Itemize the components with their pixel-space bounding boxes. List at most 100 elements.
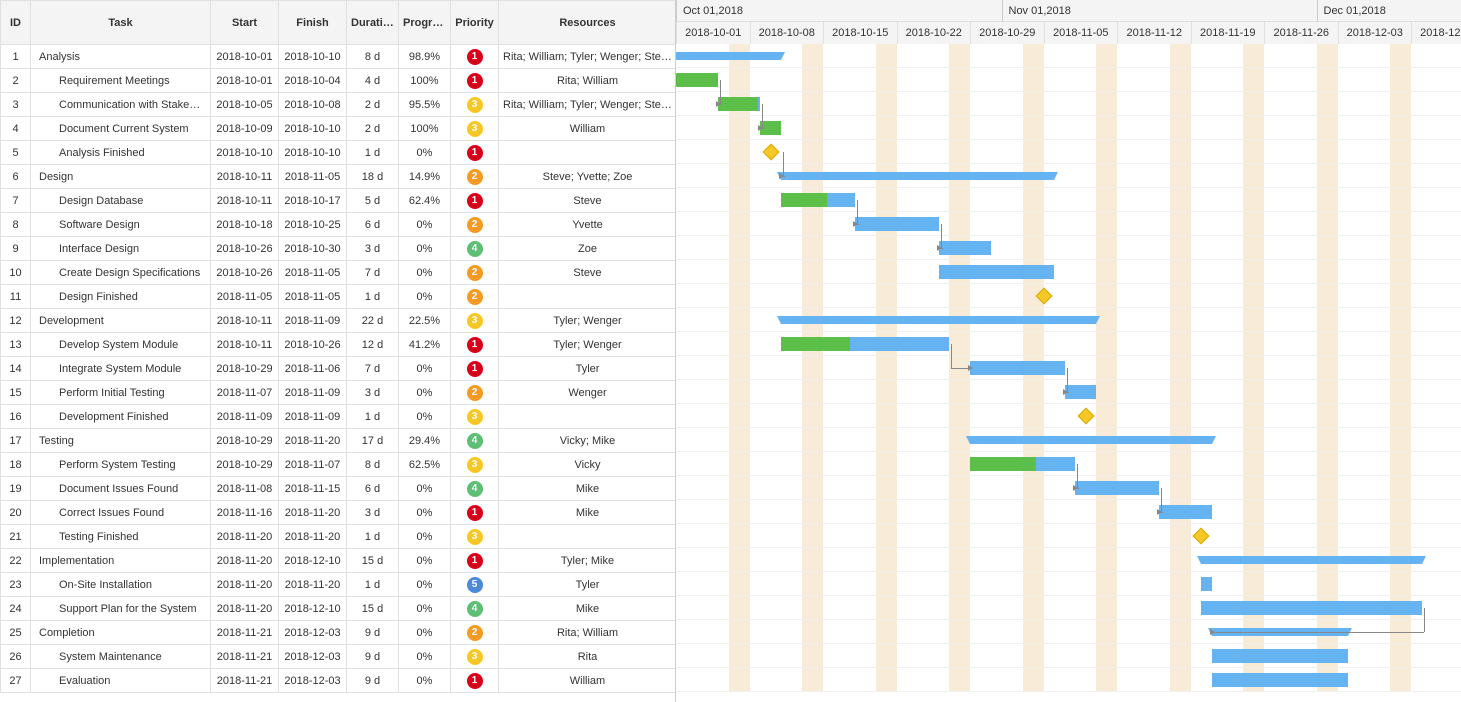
cell-progress[interactable]: 0% [399,285,451,309]
col-header-resources[interactable]: Resources [499,1,677,45]
summary-bar[interactable] [781,316,1096,324]
task-bar[interactable] [1212,649,1349,663]
cell-start[interactable]: 2018-10-18 [211,213,279,237]
cell-task[interactable]: Communication with Stakeholders [31,93,211,117]
cell-finish[interactable]: 2018-11-20 [279,573,347,597]
cell-finish[interactable]: 2018-10-10 [279,117,347,141]
cell-start[interactable]: 2018-10-29 [211,357,279,381]
gantt-row[interactable] [676,548,1461,572]
table-row[interactable]: 23On-Site Installation2018-11-202018-11-… [1,573,677,597]
task-bar[interactable] [855,217,939,231]
task-grid[interactable]: ID Task Start Finish Duration Progress P… [0,0,676,702]
cell-priority[interactable]: 3 [451,93,499,117]
cell-task[interactable]: Requirement Meetings [31,69,211,93]
cell-duration[interactable]: 5 d [347,189,399,213]
table-row[interactable]: 13Develop System Module2018-10-112018-10… [1,333,677,357]
cell-start[interactable]: 2018-10-01 [211,69,279,93]
cell-priority[interactable]: 4 [451,597,499,621]
cell-finish[interactable]: 2018-11-07 [279,453,347,477]
cell-duration[interactable]: 9 d [347,645,399,669]
cell-task[interactable]: Implementation [31,549,211,573]
cell-progress[interactable]: 0% [399,597,451,621]
cell-resources[interactable]: Tyler [499,573,677,597]
gantt-row[interactable] [676,644,1461,668]
cell-duration[interactable]: 1 d [347,573,399,597]
cell-resources[interactable] [499,525,677,549]
cell-priority[interactable]: 2 [451,381,499,405]
cell-progress[interactable]: 98.9% [399,45,451,69]
cell-task[interactable]: Software Design [31,213,211,237]
gantt-row[interactable] [676,500,1461,524]
gantt-row[interactable] [676,452,1461,476]
cell-priority[interactable]: 1 [451,69,499,93]
gantt-row[interactable] [676,356,1461,380]
cell-resources[interactable]: Steve [499,261,677,285]
milestone-icon[interactable] [1077,408,1094,425]
gantt-row[interactable] [676,668,1461,692]
cell-priority[interactable]: 1 [451,189,499,213]
cell-progress[interactable]: 0% [399,213,451,237]
gantt-row[interactable] [676,572,1461,596]
cell-resources[interactable]: William [499,117,677,141]
cell-resources[interactable]: Rita; William; Tyler; Wenger; Steve [499,93,677,117]
table-row[interactable]: 1Analysis2018-10-012018-10-108 d98.9%1Ri… [1,45,677,69]
cell-start[interactable]: 2018-11-07 [211,381,279,405]
cell-resources[interactable]: Tyler [499,357,677,381]
col-header-duration[interactable]: Duration [347,1,399,45]
cell-duration[interactable]: 22 d [347,309,399,333]
cell-priority[interactable]: 5 [451,573,499,597]
cell-task[interactable]: Support Plan for the System [31,597,211,621]
cell-start[interactable]: 2018-11-09 [211,405,279,429]
cell-resources[interactable]: Tyler; Wenger [499,309,677,333]
cell-progress[interactable]: 0% [399,669,451,693]
cell-resources[interactable] [499,405,677,429]
gantt-row[interactable] [676,44,1461,68]
cell-finish[interactable]: 2018-11-09 [279,309,347,333]
cell-resources[interactable] [499,141,677,165]
cell-start[interactable]: 2018-10-11 [211,333,279,357]
table-row[interactable]: 26System Maintenance2018-11-212018-12-03… [1,645,677,669]
gantt-row[interactable] [676,404,1461,428]
cell-task[interactable]: Design Database [31,189,211,213]
table-row[interactable]: 8Software Design2018-10-182018-10-256 d0… [1,213,677,237]
cell-priority[interactable]: 1 [451,501,499,525]
cell-finish[interactable]: 2018-10-10 [279,45,347,69]
cell-priority[interactable]: 1 [451,357,499,381]
task-bar[interactable] [781,193,855,207]
cell-task[interactable]: On-Site Installation [31,573,211,597]
gantt-row[interactable] [676,116,1461,140]
cell-start[interactable]: 2018-11-08 [211,477,279,501]
cell-start[interactable]: 2018-11-20 [211,525,279,549]
table-row[interactable]: 21Testing Finished2018-11-202018-11-201 … [1,525,677,549]
cell-finish[interactable]: 2018-12-10 [279,597,347,621]
cell-task[interactable]: Create Design Specifications [31,261,211,285]
task-bar[interactable] [781,337,949,351]
cell-progress[interactable]: 0% [399,501,451,525]
cell-priority[interactable]: 2 [451,285,499,309]
cell-finish[interactable]: 2018-11-20 [279,525,347,549]
cell-duration[interactable]: 6 d [347,477,399,501]
cell-priority[interactable]: 1 [451,333,499,357]
cell-finish[interactable]: 2018-10-10 [279,141,347,165]
cell-duration[interactable]: 15 d [347,597,399,621]
table-row[interactable]: 24Support Plan for the System2018-11-202… [1,597,677,621]
cell-resources[interactable]: Wenger [499,381,677,405]
summary-bar[interactable] [781,172,1054,180]
task-bar[interactable] [939,241,992,255]
cell-finish[interactable]: 2018-11-09 [279,405,347,429]
cell-priority[interactable]: 3 [451,309,499,333]
cell-task[interactable]: Perform Initial Testing [31,381,211,405]
cell-duration[interactable]: 3 d [347,501,399,525]
cell-finish[interactable]: 2018-12-03 [279,669,347,693]
cell-duration[interactable]: 6 d [347,213,399,237]
task-bar[interactable] [1201,577,1212,591]
cell-start[interactable]: 2018-10-26 [211,261,279,285]
cell-duration[interactable]: 17 d [347,429,399,453]
cell-duration[interactable]: 4 d [347,69,399,93]
col-header-start[interactable]: Start [211,1,279,45]
cell-duration[interactable]: 9 d [347,669,399,693]
gantt-row[interactable] [676,260,1461,284]
gantt-chart[interactable]: Oct 01,2018Nov 01,2018Dec 01,2018 2018-1… [676,0,1461,702]
cell-finish[interactable]: 2018-12-03 [279,645,347,669]
cell-task[interactable]: Analysis Finished [31,141,211,165]
